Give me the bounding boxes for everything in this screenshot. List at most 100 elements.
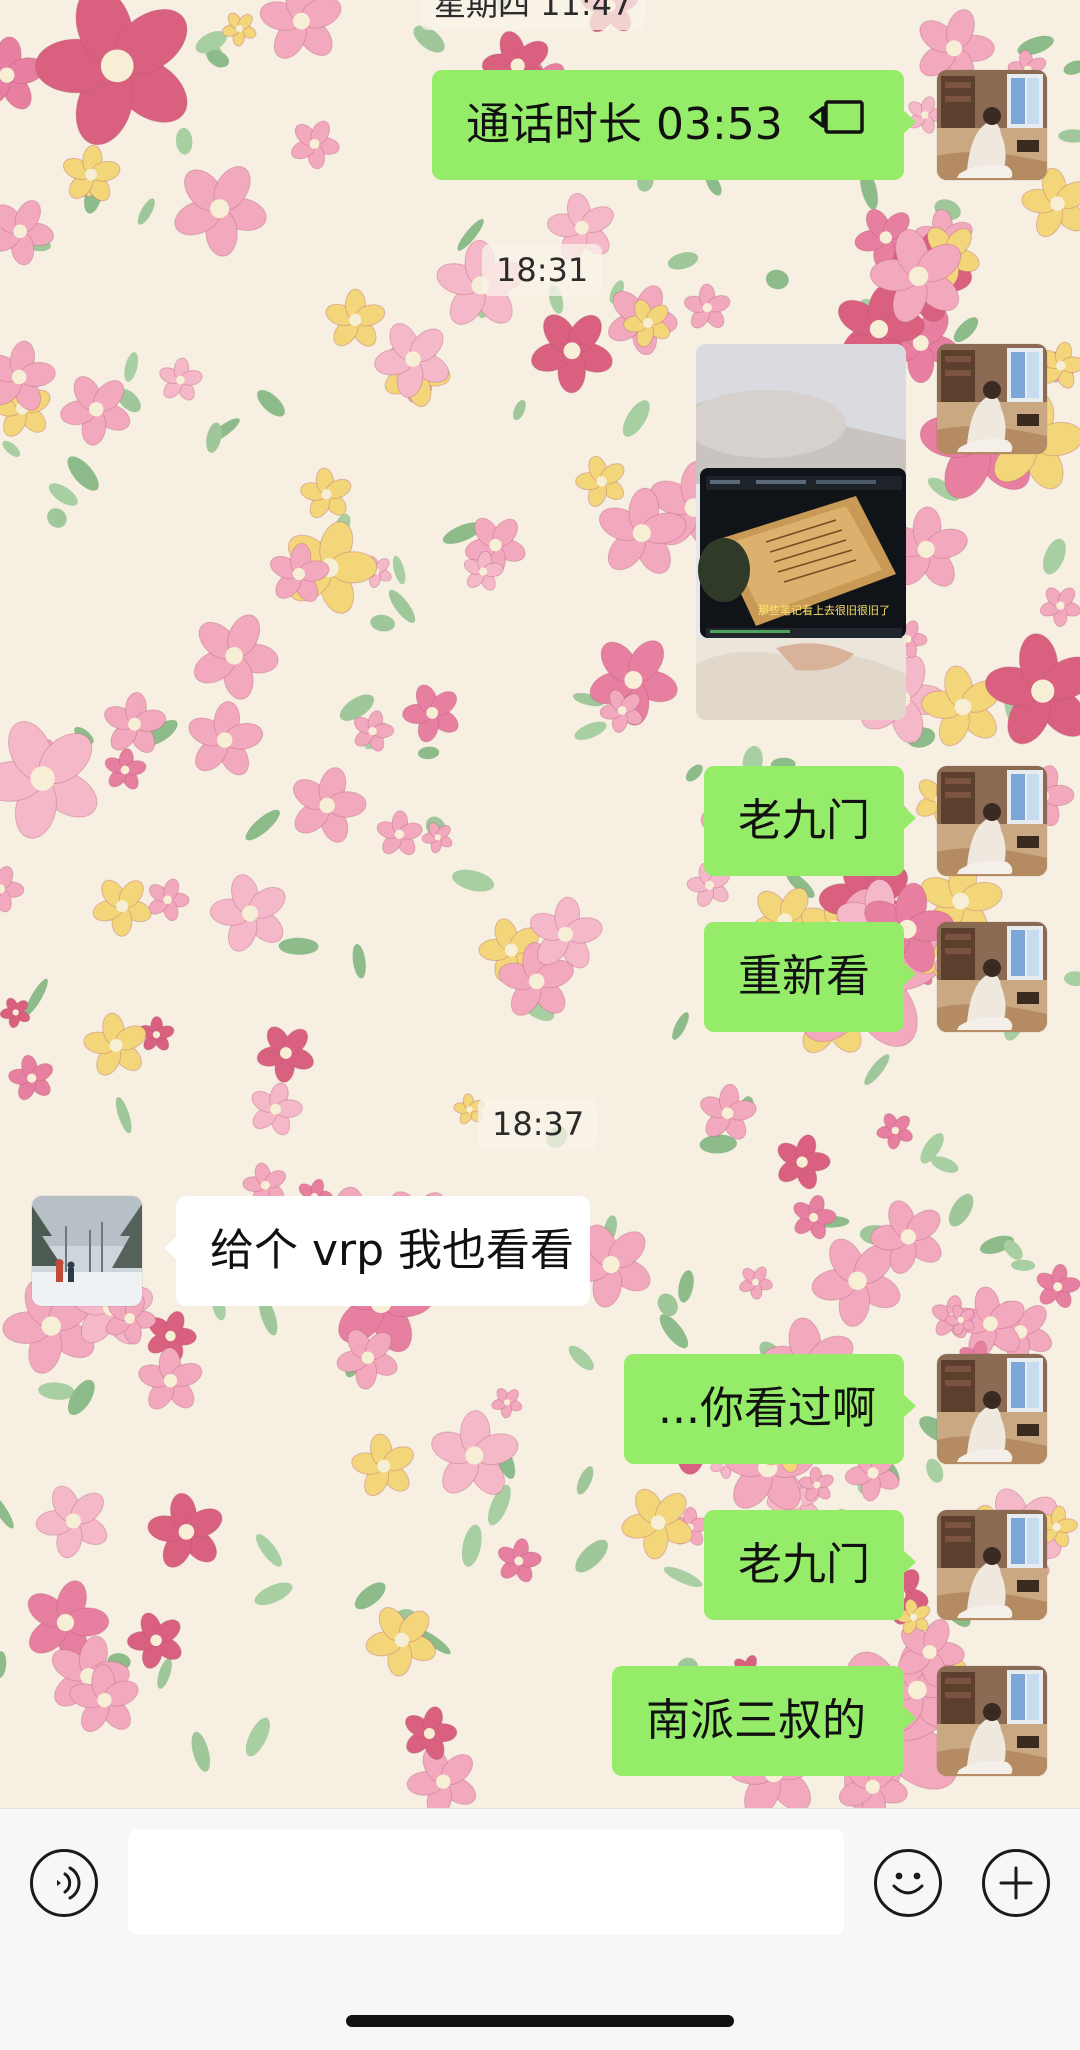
wallpaper-flower	[575, 455, 625, 507]
wallpaper-flower	[402, 684, 459, 743]
wallpaper-leaf	[191, 1731, 211, 1772]
wallpaper-flower	[497, 1538, 542, 1583]
wallpaper-leaf	[48, 483, 78, 506]
wallpaper-leaf	[254, 1582, 293, 1606]
wallpaper-flower	[985, 633, 1080, 745]
wallpaper-leaf	[765, 269, 789, 290]
wallpaper-flower	[92, 879, 152, 937]
message-text: ...你看过啊	[658, 1383, 876, 1434]
wallpaper-flower	[126, 1612, 182, 1669]
wallpaper-leaf	[678, 1270, 694, 1303]
wallpaper-flower	[34, 0, 188, 146]
wallpaper-leaf	[0, 1493, 14, 1529]
plus-button[interactable]	[982, 1849, 1050, 1917]
wallpaper-flower	[221, 12, 257, 47]
wallpaper-flower	[876, 1113, 913, 1150]
wallpaper-flower	[405, 1706, 458, 1761]
message-bubble[interactable]: ...你看过啊	[624, 1354, 916, 1464]
wallpaper-flower	[0, 997, 31, 1029]
wallpaper-leaf	[2, 440, 21, 457]
wallpaper-leaf	[1042, 538, 1066, 575]
my-avatar[interactable]	[937, 1354, 1047, 1464]
wallpaper-flower	[174, 166, 267, 257]
wallpaper-leaf	[370, 614, 395, 632]
wallpaper-flower	[188, 701, 264, 776]
image-caption: 那些笔记看上去很旧很旧了	[758, 604, 890, 617]
wallpaper-leaf	[574, 721, 607, 740]
my-avatar[interactable]	[937, 344, 1047, 454]
home-indicator	[346, 2015, 734, 2027]
my-avatar[interactable]	[937, 922, 1047, 1032]
wallpaper-leaf	[657, 1293, 678, 1317]
plus-icon	[999, 1866, 1033, 1900]
message-bubble[interactable]: 南派三叔的	[612, 1666, 916, 1776]
call-duration-text: 通话时长 03:53	[466, 99, 783, 150]
wallpaper-flower	[300, 467, 352, 519]
my-avatar[interactable]	[937, 70, 1047, 180]
wallpaper-leaf	[417, 746, 440, 760]
wallpaper-leaf	[352, 943, 366, 979]
wallpaper-leaf	[568, 1345, 594, 1371]
my-avatar[interactable]	[937, 1666, 1047, 1776]
message-text: 老九门	[738, 795, 870, 846]
wallpaper-leaf	[1064, 971, 1080, 987]
wallpaper-flower	[83, 1012, 147, 1076]
emoji-icon	[892, 1872, 924, 1895]
message-bubble[interactable]: 重新看	[704, 922, 916, 1032]
contact-avatar[interactable]	[32, 1196, 142, 1306]
wallpaper-flower	[739, 1266, 773, 1300]
wallpaper-leaf	[452, 869, 495, 892]
emoji-button[interactable]	[874, 1849, 942, 1917]
wallpaper-flower	[376, 810, 423, 856]
timestamp-1831: 18:31	[482, 244, 603, 296]
wallpaper-leaf	[513, 399, 526, 421]
image-message[interactable]: 那些笔记看上去很旧很旧了	[696, 344, 906, 720]
wallpaper-leaf	[392, 555, 406, 585]
wallpaper-flower	[147, 1492, 223, 1568]
call-duration-bubble[interactable]: 通话时长 03:53	[432, 69, 916, 180]
wallpaper-leaf	[864, 1054, 890, 1085]
wallpaper-flower	[292, 767, 367, 843]
voice-button[interactable]	[30, 1849, 98, 1917]
wallpaper-flower	[251, 1082, 303, 1136]
wallpaper-leaf	[1063, 60, 1080, 75]
wallpaper-flower	[793, 1194, 837, 1240]
wallpaper-flower	[777, 1134, 831, 1190]
wallpaper-leaf	[278, 937, 319, 955]
incoming-message-bubble[interactable]: 给个 vrp 我也看看	[164, 1196, 590, 1306]
timestamp-1837: 18:37	[478, 1098, 599, 1150]
wallpaper-flower	[138, 1347, 203, 1410]
wallpaper-leaf	[38, 1382, 75, 1400]
message-input[interactable]	[128, 1829, 844, 1935]
wallpaper-leaf	[137, 198, 155, 225]
my-avatar[interactable]	[937, 1510, 1047, 1620]
wallpaper-flower	[351, 1433, 415, 1497]
wallpaper-flower	[1039, 587, 1080, 627]
wallpaper-flower	[148, 878, 190, 922]
wallpaper-flower	[1036, 1263, 1080, 1309]
wallpaper-flower	[159, 357, 203, 401]
wallpaper-leaf	[667, 252, 699, 270]
wallpaper-leaf	[672, 1012, 689, 1040]
wallpaper-flower	[291, 120, 340, 170]
wallpaper-leaf	[245, 1717, 270, 1757]
wallpaper-leaf	[576, 1466, 594, 1495]
my-avatar[interactable]	[937, 766, 1047, 876]
wallpaper-flower	[104, 692, 167, 754]
wallpaper-flower	[531, 314, 613, 394]
wallpaper-flower	[0, 866, 25, 913]
message-text: 给个 vrp 我也看看	[210, 1225, 575, 1276]
wallpaper-leaf	[175, 127, 193, 155]
message-bubble[interactable]: 老九门	[704, 1510, 916, 1620]
wallpaper-flower	[209, 874, 286, 952]
video-call-icon	[807, 69, 865, 179]
wallpaper-leaf	[245, 809, 280, 841]
voice-icon	[57, 1866, 81, 1900]
wallpaper-leaf	[115, 1096, 132, 1134]
wallpaper-flower	[621, 1488, 693, 1560]
wallpaper-leaf	[255, 1534, 283, 1567]
message-bubble[interactable]: 老九门	[704, 766, 916, 876]
wallpaper-leaf	[575, 1539, 608, 1573]
wallpaper-flower	[256, 1026, 314, 1083]
wallpaper-leaf	[659, 1314, 689, 1349]
